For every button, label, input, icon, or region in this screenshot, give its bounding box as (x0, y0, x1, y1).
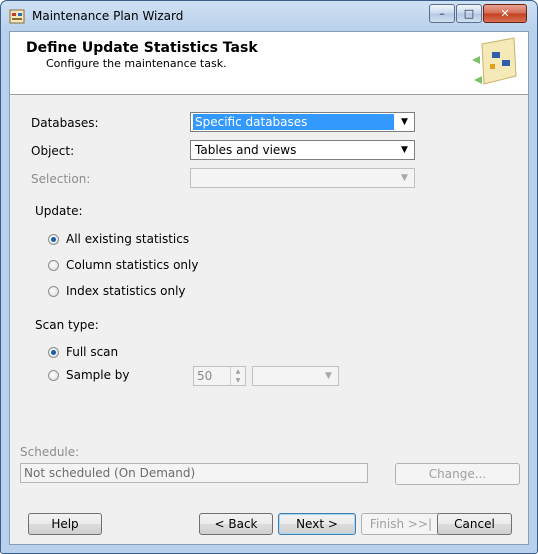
radio-unselected-icon (48, 259, 59, 271)
databases-label: Databases: (31, 116, 99, 130)
sample-value: 50 (197, 369, 213, 383)
object-label: Object: (31, 144, 75, 158)
scan-type-label: Scan type: (35, 318, 99, 332)
radio-label: Index statistics only (66, 284, 186, 298)
object-dropdown[interactable]: Tables and views ▼ (190, 140, 415, 160)
wizard-header: Define Update Statistics Task Configure … (10, 32, 528, 95)
back-button[interactable]: < Back (199, 513, 273, 535)
next-button[interactable]: Next > (278, 513, 356, 535)
maximize-button[interactable]: □ (456, 4, 482, 23)
sample-percent-stepper[interactable]: 50 ▲ ▼ (193, 366, 246, 386)
radio-label: Column statistics only (66, 258, 199, 272)
radio-selected-icon (48, 233, 59, 245)
minimize-button[interactable]: – (429, 4, 455, 23)
spin-up-icon[interactable]: ▲ (230, 367, 245, 376)
chevron-down-icon: ▼ (325, 371, 332, 381)
cancel-button[interactable]: Cancel (437, 513, 512, 535)
schedule-field: Not scheduled (On Demand) (20, 463, 368, 483)
wizard-banner-graphic (472, 37, 517, 85)
radio-unselected-icon (48, 369, 59, 381)
radio-label: All existing statistics (66, 232, 190, 246)
radio-label: Full scan (66, 345, 119, 359)
databases-value: Specific databases (193, 114, 394, 130)
page-title: Define Update Statistics Task (26, 40, 258, 56)
radio-label: Sample by (66, 368, 130, 382)
selection-dropdown[interactable]: ▼ (190, 168, 415, 188)
page-subtitle: Configure the maintenance task. (46, 57, 227, 70)
databases-dropdown[interactable]: Specific databases ▼ (190, 112, 415, 132)
sample-unit-value (255, 368, 318, 384)
change-schedule-button[interactable]: Change... (395, 463, 520, 485)
spin-down-icon[interactable]: ▼ (230, 376, 245, 385)
radio-sample-by[interactable]: Sample by (48, 368, 130, 382)
close-button[interactable]: ✕ (483, 4, 527, 23)
radio-column-statistics-only[interactable]: Column statistics only (48, 258, 198, 272)
help-button[interactable]: Help (28, 513, 102, 535)
close-icon: ✕ (500, 7, 510, 20)
radio-selected-icon (48, 346, 59, 358)
schedule-label: Schedule: (20, 445, 80, 459)
wizard-window: Maintenance Plan Wizard – □ ✕ Define Upd… (0, 0, 538, 554)
app-icon (9, 9, 25, 24)
chevron-down-icon: ▼ (401, 117, 408, 127)
sample-unit-dropdown[interactable]: ▼ (252, 366, 339, 386)
minimize-icon: – (439, 7, 445, 20)
update-label: Update: (35, 204, 83, 218)
object-value: Tables and views (195, 143, 297, 157)
radio-unselected-icon (48, 285, 59, 297)
maximize-icon: □ (463, 7, 475, 20)
wizard-content: Define Update Statistics Task Configure … (9, 31, 529, 545)
radio-all-existing-statistics[interactable]: All existing statistics (48, 232, 189, 246)
selection-value (193, 170, 394, 186)
radio-index-statistics-only[interactable]: Index statistics only (48, 284, 186, 298)
chevron-down-icon: ▼ (401, 173, 408, 183)
finish-button[interactable]: Finish >>| (361, 513, 441, 535)
title-bar[interactable]: Maintenance Plan Wizard – □ ✕ (1, 1, 537, 31)
window-title: Maintenance Plan Wizard (32, 9, 184, 23)
chevron-down-icon: ▼ (401, 145, 408, 155)
selection-label: Selection: (31, 172, 91, 186)
radio-full-scan[interactable]: Full scan (48, 345, 118, 359)
